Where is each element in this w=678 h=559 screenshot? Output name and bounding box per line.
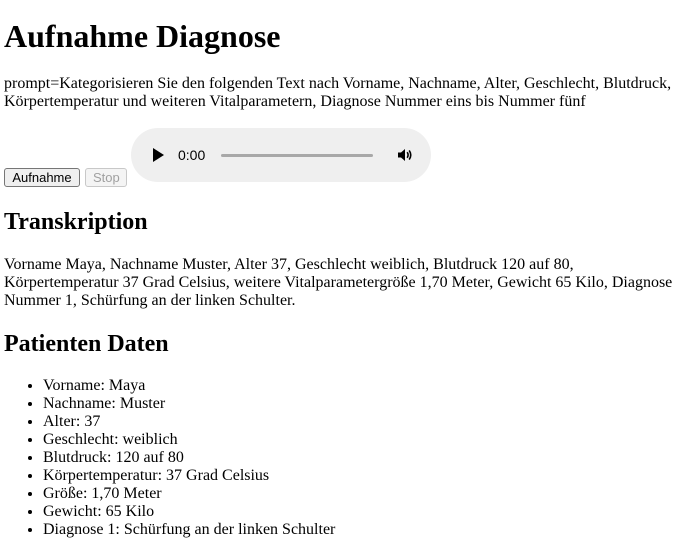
stop-button[interactable]: Stop <box>85 168 127 187</box>
patient-data-heading: Patienten Daten <box>4 331 169 357</box>
transcription-heading: Transkription <box>4 209 148 235</box>
list-item: Vorname: Maya <box>43 377 335 395</box>
prompt-text: prompt=Kategorisieren Sie den folgenden … <box>4 75 672 110</box>
transcription-text: Vorname Maya, Nachname Muster, Alter 37,… <box>4 256 673 309</box>
list-item: Größe: 1,70 Meter <box>43 485 335 503</box>
list-item: Körpertemperatur: 37 Grad Celsius <box>43 467 335 485</box>
list-item: Geschlecht: weiblich <box>43 431 335 449</box>
list-item: Diagnose 1: Schürfung an der linken Schu… <box>43 521 335 539</box>
audio-player[interactable]: 0:00 <box>131 128 431 182</box>
list-item: Nachname: Muster <box>43 395 335 413</box>
page-title: Aufnahme Diagnose <box>4 18 281 54</box>
record-button[interactable]: Aufnahme <box>4 168 80 187</box>
audio-time: 0:00 <box>178 147 206 163</box>
list-item: Gewicht: 65 Kilo <box>43 503 335 521</box>
list-item: Alter: 37 <box>43 413 335 431</box>
patient-data-list: Vorname: Maya Nachname: Muster Alter: 37… <box>0 377 335 539</box>
volume-icon[interactable] <box>397 147 413 163</box>
recording-controls: Aufnahme Stop 0:00 <box>4 128 674 188</box>
audio-progress-track[interactable] <box>221 154 373 157</box>
volume-icon-graphic <box>398 149 412 161</box>
list-item: Blutdruck: 120 auf 80 <box>43 449 335 467</box>
play-icon[interactable] <box>153 148 164 162</box>
